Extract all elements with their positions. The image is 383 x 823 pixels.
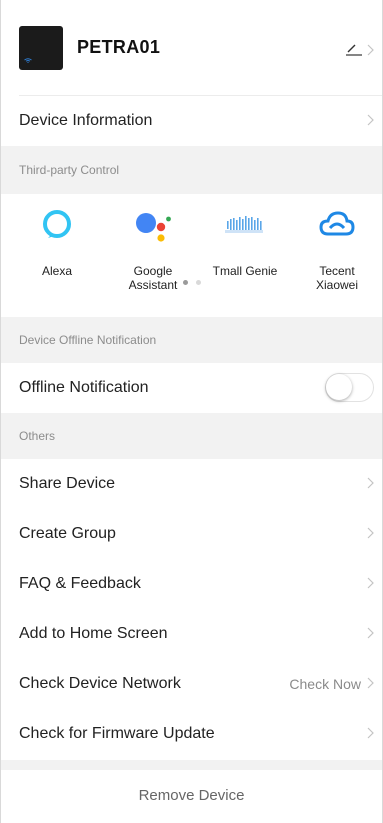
check-now-value: Check Now [289, 676, 361, 692]
wifi-icon [24, 57, 32, 63]
offline-section-header: Device Offline Notification [1, 317, 382, 363]
tmall-genie-label: Tmall Genie [212, 264, 278, 278]
section-gap [1, 760, 382, 770]
google-assistant-icon [136, 213, 171, 242]
pager-dot-2[interactable] [195, 280, 201, 285]
remove-device-button[interactable]: Remove Device [1, 770, 382, 820]
firmware-update-label: Check for Firmware Update [19, 725, 215, 742]
tmall-genie-tile[interactable]: Tmall Genie [205, 206, 285, 278]
chevron-right-icon [367, 114, 374, 126]
offline-section-title: Device Offline Notification [19, 333, 157, 347]
chevron-right-icon [367, 627, 374, 639]
create-group-label: Create Group [19, 525, 116, 542]
others-section-title: Others [19, 429, 56, 443]
edit-name-button[interactable] [345, 44, 374, 56]
device-thumbnail [19, 25, 63, 70]
faq-feedback-label: FAQ & Feedback [19, 575, 141, 592]
faq-feedback-row[interactable]: FAQ & Feedback [1, 559, 382, 609]
device-name: PETRA01 [77, 37, 161, 57]
device-settings-screen: PETRA01 Device Information Third-party C… [0, 0, 383, 823]
chevron-right-icon [367, 44, 374, 56]
tmall-genie-icon [225, 216, 263, 233]
carousel-pager[interactable] [1, 280, 382, 285]
device-information-label: Device Information [19, 112, 153, 129]
firmware-update-row[interactable]: Check for Firmware Update [1, 709, 382, 759]
offline-notification-row: Offline Notification [1, 363, 382, 413]
alexa-label: Alexa [41, 264, 73, 278]
third-party-section-header: Third-party Control [1, 146, 382, 194]
tecent-xiaowei-label: Tecent Xiaowei [315, 264, 359, 292]
alexa-icon [43, 210, 71, 238]
third-party-section-title: Third-party Control [19, 163, 120, 177]
offline-notification-toggle[interactable] [325, 373, 374, 402]
chevron-right-icon [367, 727, 374, 739]
device-header: PETRA01 [19, 0, 382, 96]
device-information-row[interactable]: Device Information [1, 96, 382, 146]
third-party-carousel[interactable]: Alexa Google Assistant Tmall Genie Tecen… [1, 194, 382, 296]
chevron-right-icon [367, 527, 374, 539]
toggle-knob [326, 374, 352, 400]
chevron-right-icon [367, 677, 374, 689]
pager-dot-1[interactable] [182, 280, 188, 285]
alexa-tile[interactable]: Alexa [17, 206, 97, 278]
add-home-screen-label: Add to Home Screen [19, 625, 168, 642]
chevron-right-icon [367, 477, 374, 489]
check-network-row[interactable]: Check Device Network Check Now [1, 659, 382, 709]
add-home-screen-row[interactable]: Add to Home Screen [1, 609, 382, 659]
create-group-row[interactable]: Create Group [1, 509, 382, 559]
share-device-row[interactable]: Share Device [1, 459, 382, 509]
share-device-label: Share Device [19, 475, 116, 492]
tecent-xiaowei-icon [319, 211, 355, 236]
others-section-header: Others [1, 413, 382, 459]
pencil-icon [346, 44, 362, 56]
chevron-right-icon [367, 577, 374, 589]
google-assistant-label: Google Assistant [128, 264, 178, 292]
